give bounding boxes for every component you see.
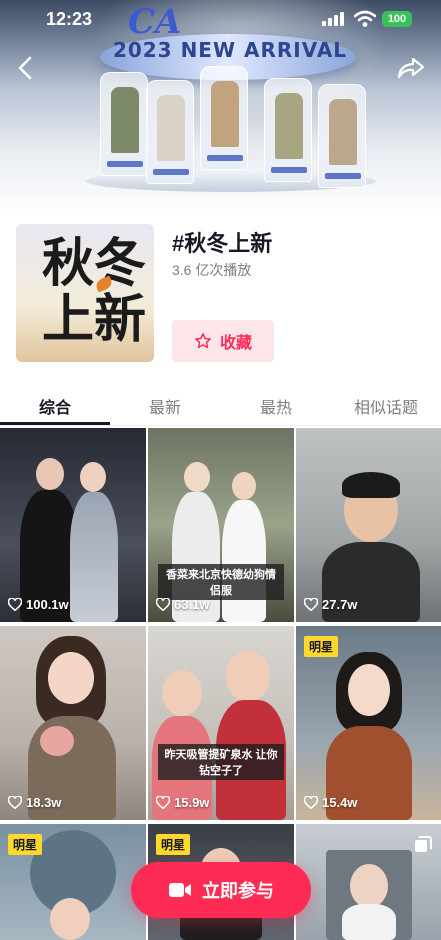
tab-latest[interactable]: 最新 <box>110 394 220 418</box>
heart-icon <box>304 598 318 611</box>
share-icon[interactable] <box>396 54 426 82</box>
display-pod <box>100 72 148 176</box>
like-count-value: 27.7w <box>322 597 358 612</box>
participate-button[interactable]: 立即参与 <box>131 862 311 918</box>
celebrity-badge: 明星 <box>8 834 43 855</box>
wifi-icon <box>354 10 376 27</box>
participate-label: 立即参与 <box>202 881 274 901</box>
display-pod <box>200 66 248 170</box>
heart-icon <box>8 598 22 611</box>
topic-cover-image: 秋冬 上新 <box>16 224 154 362</box>
topic-banner: CA 2023 NEW ARRIVAL 12:23 100 <box>0 0 441 212</box>
topic-play-count: 3.6 亿次播放 <box>172 262 252 278</box>
favorite-button[interactable]: 收藏 <box>172 320 274 362</box>
video-card[interactable]: 明星 <box>0 824 146 940</box>
celebrity-badge: 明星 <box>156 834 191 855</box>
like-count: 18.3w <box>8 795 61 810</box>
status-bar: 12:23 100 <box>0 0 441 40</box>
like-count: 27.7w <box>304 597 357 612</box>
display-pod <box>264 78 312 182</box>
tab-hottest[interactable]: 最热 <box>221 394 331 418</box>
favorite-label: 收藏 <box>219 335 252 352</box>
like-count-value: 15.9w <box>174 795 210 810</box>
video-caption: 昨天吸管提矿泉水 让你钻空子了 <box>158 744 284 780</box>
heart-icon <box>156 796 170 809</box>
video-card[interactable]: 18.3w <box>0 626 146 820</box>
video-card[interactable]: 100.1w <box>0 428 146 622</box>
like-count-value: 15.4w <box>322 795 358 810</box>
like-count: 63.1w <box>156 597 209 612</box>
heart-icon <box>8 796 22 809</box>
multi-image-icon <box>415 836 432 852</box>
signal-icon <box>322 12 344 26</box>
active-tab-indicator <box>0 422 110 425</box>
display-pod <box>146 80 194 184</box>
like-count-value: 100.1w <box>26 597 69 612</box>
video-card[interactable]: 明星 15.4w <box>296 626 441 820</box>
battery-indicator: 100 <box>382 11 412 27</box>
cover-text-line1: 秋冬 <box>42 233 147 294</box>
video-card[interactable]: 昨天吸管提矿泉水 让你钻空子了 15.9w <box>148 626 294 820</box>
like-count: 15.9w <box>156 795 209 810</box>
cover-text-line2: 上新 <box>42 289 147 350</box>
video-card[interactable]: 27.7w <box>296 428 441 622</box>
video-card[interactable] <box>296 824 441 940</box>
video-card[interactable]: 香菜来北京快德幼狗情侣服 63.1w <box>148 428 294 622</box>
video-caption: 香菜来北京快德幼狗情侣服 <box>158 564 284 600</box>
back-icon[interactable] <box>14 54 38 82</box>
tab-comprehensive[interactable]: 综合 <box>0 394 110 418</box>
banner-arrival-text: 2023 NEW ARRIVAL <box>112 38 348 62</box>
like-count-value: 63.1w <box>174 597 210 612</box>
video-camera-icon <box>169 883 191 897</box>
heart-icon <box>304 796 318 809</box>
celebrity-badge: 明星 <box>304 636 339 657</box>
topic-tabs: 综合 最新 最热 相似话题 <box>0 384 441 426</box>
star-icon <box>195 333 211 349</box>
like-count-value: 18.3w <box>26 795 62 810</box>
topic-title: #秋冬上新 <box>172 231 273 256</box>
like-count: 15.4w <box>304 795 357 810</box>
like-count: 100.1w <box>8 597 69 612</box>
heart-icon <box>156 598 170 611</box>
tab-similar-topics[interactable]: 相似话题 <box>331 394 441 418</box>
display-pod <box>318 84 366 188</box>
status-time: 12:23 <box>46 9 93 29</box>
